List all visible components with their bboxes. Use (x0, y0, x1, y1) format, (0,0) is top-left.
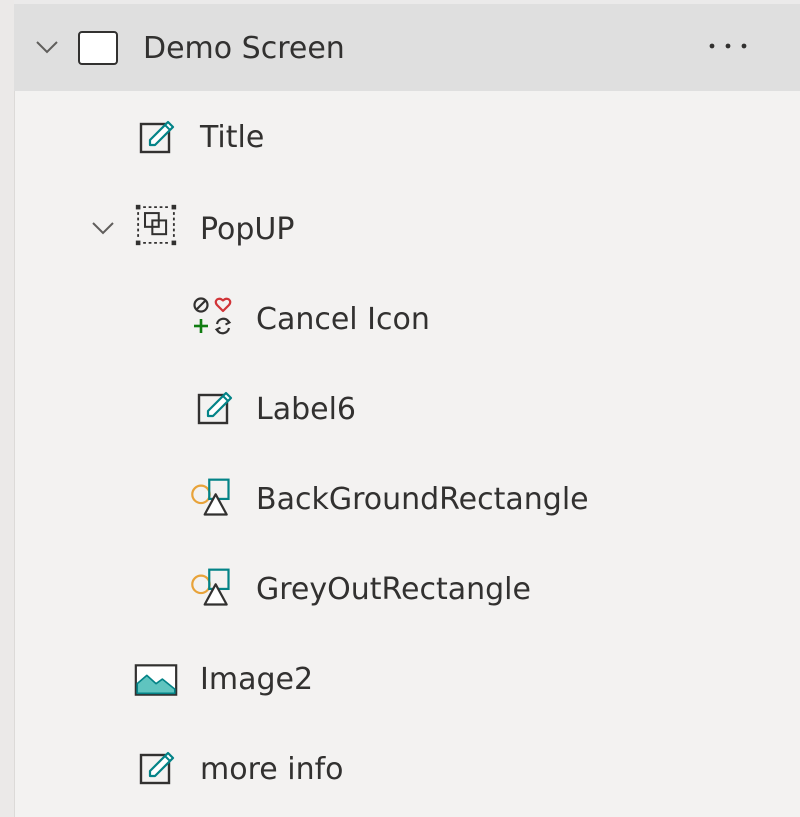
group-icon (135, 204, 177, 246)
tree-item-label: BackGroundRectangle (256, 482, 589, 517)
panel-left-border (0, 0, 15, 817)
chevron-down-icon[interactable] (34, 34, 60, 60)
label-icon (197, 391, 233, 425)
screen-icon (78, 31, 118, 65)
tree-item-label: more info (200, 752, 344, 787)
tree-item-image2[interactable]: Image2 (14, 634, 800, 724)
screen-label: Demo Screen (143, 31, 345, 66)
tree-item-demo-screen[interactable]: Demo Screen (14, 4, 800, 91)
tree-item-label: Cancel Icon (256, 302, 430, 337)
shape-icon (191, 568, 230, 606)
shape-icon (191, 478, 230, 516)
tree-item-label: Label6 (256, 392, 357, 427)
tree-item-popup-group[interactable]: PopUP (14, 183, 800, 273)
label-icon (139, 751, 175, 785)
icons-control-icon (193, 297, 232, 335)
tree-item-background-rectangle[interactable]: BackGroundRectangle (14, 454, 800, 544)
tree-item-label: GreyOutRectangle (256, 572, 531, 607)
tree-item-label6[interactable]: Label6 (14, 364, 800, 454)
chevron-down-icon[interactable] (90, 215, 116, 241)
label-icon (139, 120, 175, 154)
tree-view-panel: Demo Screen Title PopUP Cancel Icon Labe… (0, 0, 800, 817)
tree-item-label: PopUP (200, 212, 295, 247)
tree-item-more-info[interactable]: more info (14, 724, 800, 814)
tree-item-title[interactable]: Title (14, 93, 800, 183)
tree-item-grey-out-rectangle[interactable]: GreyOutRectangle (14, 544, 800, 634)
tree-item-label: Title (200, 120, 265, 155)
more-options-icon[interactable] (704, 34, 752, 58)
image-icon (134, 664, 178, 696)
tree-item-cancel-icon[interactable]: Cancel Icon (14, 273, 800, 363)
tree-item-label: Image2 (200, 662, 314, 697)
